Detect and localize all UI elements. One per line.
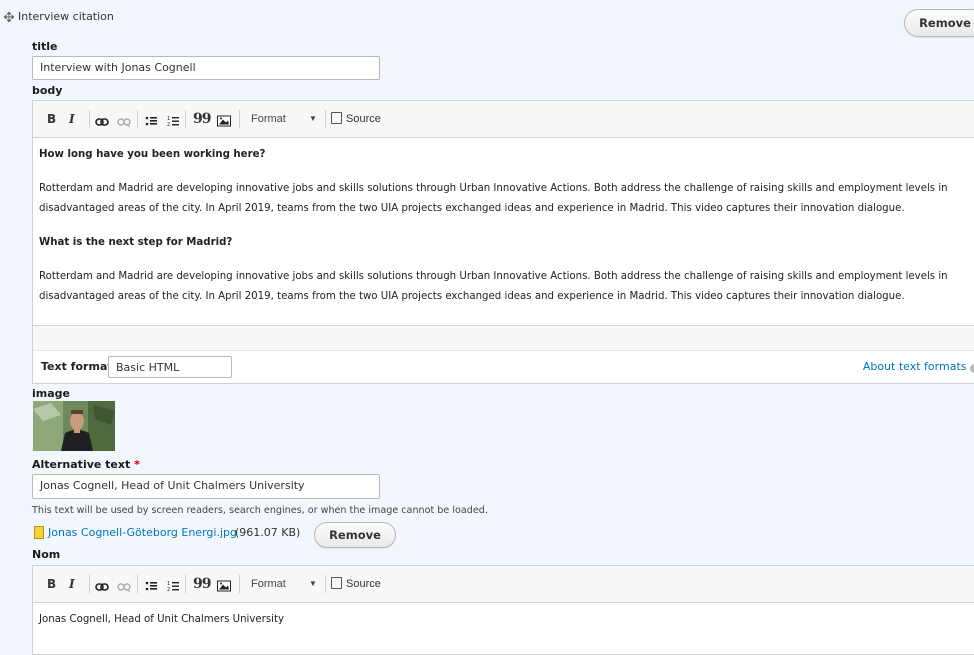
italic-button[interactable]: I <box>69 111 75 127</box>
nom-editor: B I 1 2 99 Format ▼ Source Jonas Cognell… <box>32 565 974 655</box>
bold-button[interactable]: B <box>47 111 56 127</box>
text-format-select[interactable]: Basic HTML <box>108 356 232 378</box>
bulleted-list-icon[interactable] <box>145 578 157 594</box>
toolbar-separator <box>185 575 186 593</box>
editor-paragraph: Rotterdam and Madrid are developing inno… <box>39 271 948 302</box>
unlink-icon[interactable] <box>117 114 131 130</box>
format-dropdown[interactable]: Format ▼ <box>245 110 321 128</box>
file-row: Jonas Cognell-Göteborg Energi.jpg (961.0… <box>32 522 432 548</box>
file-link[interactable]: Jonas Cognell-Göteborg Energi.jpg <box>48 526 237 539</box>
image-thumbnail <box>33 401 115 451</box>
image-file-icon <box>34 526 44 539</box>
alt-text-input[interactable]: Jonas Cognell, Head of Unit Chalmers Uni… <box>32 474 380 499</box>
toolbar-separator <box>89 575 90 593</box>
file-size: (961.07 KB) <box>235 526 301 539</box>
editor-question: How long have you been working here? <box>39 149 266 160</box>
source-button[interactable]: Source <box>331 575 381 593</box>
body-editor-toolbar: B I 1 2 99 Format ▼ Source <box>33 101 974 138</box>
numbered-list-icon[interactable]: 1 2 <box>167 578 179 594</box>
format-dropdown-label: Format <box>251 113 286 125</box>
source-label: Source <box>346 113 381 125</box>
editor-paragraph: Jonas Cognell, Head of Unit Chalmers Uni… <box>39 614 285 625</box>
text-format-bar: Text format Basic HTML About text format… <box>32 350 974 384</box>
source-icon <box>331 112 342 124</box>
blockquote-button[interactable]: 99 <box>193 111 212 127</box>
alt-text-description: This text will be used by screen readers… <box>32 505 488 516</box>
svg-text:2: 2 <box>167 587 170 593</box>
image-label: image <box>32 387 70 400</box>
source-button[interactable]: Source <box>331 110 381 128</box>
source-label: Source <box>346 578 381 590</box>
title-input[interactable]: Interview with Jonas Cognell <box>32 56 380 80</box>
editor-paragraph: Rotterdam and Madrid are developing inno… <box>39 183 948 214</box>
italic-button[interactable]: I <box>69 576 75 592</box>
paragraph-type-label: Interview citation <box>18 10 114 23</box>
link-icon[interactable] <box>95 579 109 595</box>
format-dropdown[interactable]: Format ▼ <box>245 575 321 593</box>
toolbar-separator <box>325 110 326 128</box>
remove-file-button[interactable]: Remove <box>314 522 396 548</box>
text-format-label: Text format <box>41 360 113 373</box>
toolbar-separator <box>239 575 240 593</box>
image-icon[interactable] <box>217 113 231 129</box>
svg-text:2: 2 <box>167 122 170 128</box>
unlink-icon[interactable] <box>117 579 131 595</box>
chevron-down-icon: ▼ <box>309 579 317 588</box>
bold-button[interactable]: B <box>47 576 56 592</box>
toolbar-separator <box>325 575 326 593</box>
drag-handle-icon[interactable] <box>4 12 14 22</box>
required-marker: * <box>134 458 140 471</box>
toolbar-separator <box>89 110 90 128</box>
toolbar-separator <box>239 110 240 128</box>
about-text-formats-link[interactable]: About text formats ? <box>863 360 974 373</box>
nom-editor-toolbar: B I 1 2 99 Format ▼ Source <box>33 566 974 603</box>
paragraph-header: Interview citation Remove <box>0 0 974 37</box>
toolbar-separator <box>185 110 186 128</box>
nom-label: Nom <box>32 548 61 561</box>
blockquote-button[interactable]: 99 <box>193 576 212 592</box>
title-label: title <box>32 40 58 53</box>
body-label: body <box>32 84 63 97</box>
chevron-down-icon: ▼ <box>309 114 317 123</box>
toolbar-separator <box>137 575 138 593</box>
bulleted-list-icon[interactable] <box>145 113 157 129</box>
image-icon[interactable] <box>217 578 231 594</box>
editor-status-bar <box>33 325 974 350</box>
editor-question: What is the next step for Madrid? <box>39 237 233 248</box>
toolbar-separator <box>137 110 138 128</box>
remove-paragraph-button[interactable]: Remove <box>904 9 974 37</box>
help-icon: ? <box>970 364 974 373</box>
alt-text-label: Alternative text * <box>32 458 140 471</box>
source-icon <box>331 577 342 589</box>
link-icon[interactable] <box>95 114 109 130</box>
format-dropdown-label: Format <box>251 578 286 590</box>
numbered-list-icon[interactable]: 1 2 <box>167 113 179 129</box>
body-editor: B I 1 2 99 Format ▼ Source How long have… <box>32 100 974 350</box>
